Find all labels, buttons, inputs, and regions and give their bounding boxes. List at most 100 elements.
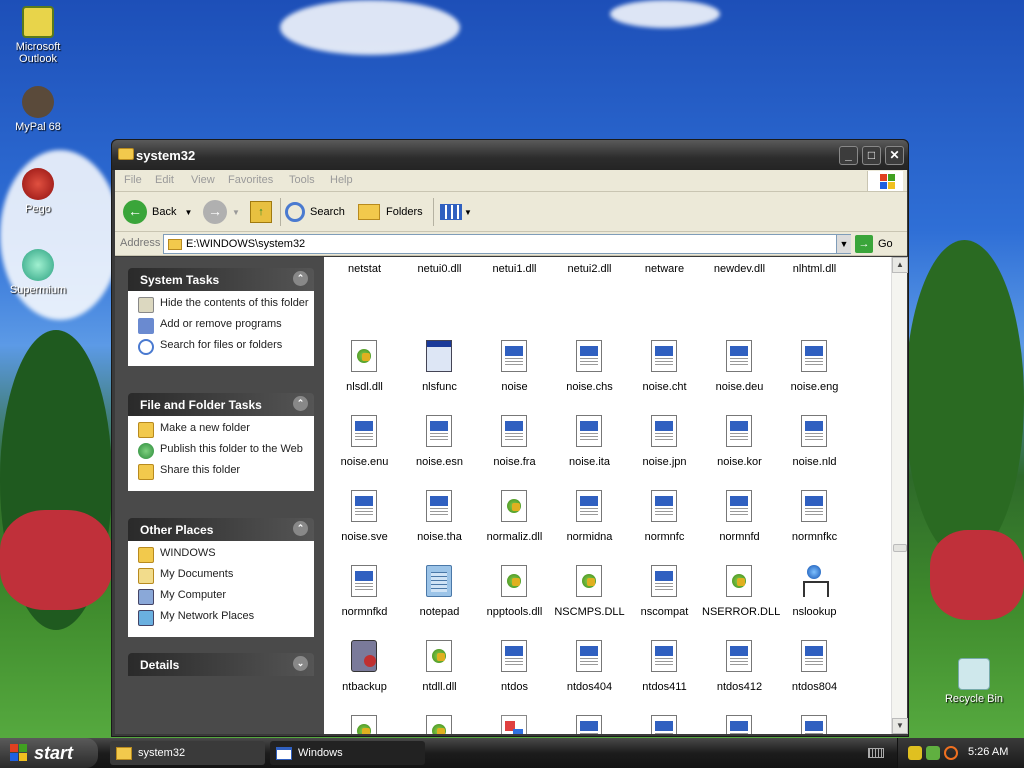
panel-header[interactable]: Details ⌄ <box>128 653 314 676</box>
collapse-icon[interactable]: ⌃ <box>293 396 308 411</box>
file-item[interactable]: ntdsapi.dll <box>327 698 402 734</box>
file-item[interactable]: normnfc <box>627 473 702 548</box>
file-item[interactable]: noise.deu <box>702 323 777 398</box>
desktop-icon-mypal[interactable]: MyPal 68 <box>0 86 76 133</box>
security-shield-icon[interactable] <box>908 746 922 760</box>
file-item[interactable]: notepad <box>402 548 477 623</box>
file-item[interactable]: NSERROR.DLL <box>702 548 780 623</box>
address-dropdown-button[interactable]: ▼ <box>836 235 851 253</box>
file-item[interactable]: ntdos412 <box>702 623 777 698</box>
search-files-task[interactable]: Search for files or folders <box>138 339 314 355</box>
file-item[interactable]: nscompat <box>627 548 702 623</box>
file-item[interactable]: netui2.dll <box>552 257 627 323</box>
place-windows[interactable]: WINDOWS <box>138 547 314 563</box>
desktop-icon-supermium[interactable]: Supermium <box>0 249 76 296</box>
file-item[interactable]: normnfkd <box>327 548 402 623</box>
up-folder-button[interactable]: ↑ <box>250 198 272 226</box>
file-item[interactable]: NSCMPS.DLL <box>552 548 627 623</box>
file-item[interactable]: ntbackup <box>327 623 402 698</box>
vertical-scrollbar[interactable]: ▲ ▼ <box>891 257 908 734</box>
file-item[interactable]: noise.tha <box>402 473 477 548</box>
file-item[interactable]: noise.nld <box>777 398 852 473</box>
views-button[interactable]: ▼ <box>440 198 472 226</box>
file-item[interactable]: nlsdl.dll <box>327 323 402 398</box>
desktop-icon-outlook[interactable]: Microsoft Outlook <box>0 6 76 65</box>
file-item[interactable]: nslookup <box>777 548 852 623</box>
desktop-icon-pego[interactable]: Pego <box>0 168 76 215</box>
file-item[interactable]: normnfkc <box>777 473 852 548</box>
menu-tools[interactable]: Tools <box>289 174 315 186</box>
scroll-up-button[interactable]: ▲ <box>892 257 908 273</box>
file-item[interactable]: noise.jpn <box>627 398 702 473</box>
menu-help[interactable]: Help <box>330 174 353 186</box>
file-item[interactable]: noise.fra <box>477 398 552 473</box>
collapse-icon[interactable]: ⌃ <box>293 271 308 286</box>
file-item[interactable]: ntio <box>552 698 627 734</box>
file-item[interactable]: ntimage <box>477 698 552 734</box>
taskbar-item-system32[interactable]: system32 <box>110 741 265 765</box>
back-button[interactable]: ← Back ▼ <box>123 198 192 226</box>
file-item[interactable]: ntio404 <box>627 698 702 734</box>
file-item[interactable]: netstat <box>327 257 402 323</box>
file-item[interactable]: noise.eng <box>777 323 852 398</box>
make-new-folder-task[interactable]: Make a new folder <box>138 422 314 438</box>
minimize-button[interactable]: _ <box>839 146 858 165</box>
place-my-computer[interactable]: My Computer <box>138 589 314 605</box>
file-item[interactable]: ntdos411 <box>627 623 702 698</box>
search-button[interactable]: Search <box>285 198 345 226</box>
forward-button[interactable]: → ▼ <box>203 198 240 226</box>
file-item[interactable]: ntdos <box>477 623 552 698</box>
file-item[interactable]: ntdos804 <box>777 623 852 698</box>
panel-header[interactable]: Other Places ⌃ <box>128 518 314 541</box>
file-item[interactable]: noise.kor <box>702 398 777 473</box>
file-item[interactable]: normaliz.dll <box>477 473 552 548</box>
file-item[interactable]: noise.enu <box>327 398 402 473</box>
collapse-icon[interactable]: ⌃ <box>293 521 308 536</box>
file-item[interactable]: ntdsbcli.dll <box>402 698 477 734</box>
keyboard-icon[interactable] <box>868 748 884 758</box>
menu-file[interactable]: File <box>124 174 142 186</box>
file-item[interactable]: ntdos404 <box>552 623 627 698</box>
menu-edit[interactable]: Edit <box>155 174 174 186</box>
file-item[interactable]: netui0.dll <box>402 257 477 323</box>
file-item[interactable]: noise.ita <box>552 398 627 473</box>
file-item[interactable]: netui1.dll <box>477 257 552 323</box>
search-icon[interactable] <box>944 746 958 760</box>
file-item[interactable]: noise.sve <box>327 473 402 548</box>
share-folder-task[interactable]: Share this folder <box>138 464 314 480</box>
panel-header[interactable]: System Tasks ⌃ <box>128 268 314 291</box>
go-button[interactable]: → Go <box>855 235 893 253</box>
menu-view[interactable]: View <box>191 174 215 186</box>
expand-icon[interactable]: ⌄ <box>293 656 308 671</box>
file-item[interactable]: ntio411 <box>702 698 777 734</box>
file-item[interactable]: netware <box>627 257 702 323</box>
file-item[interactable]: normnfd <box>702 473 777 548</box>
close-button[interactable]: ✕ <box>885 146 904 165</box>
maximize-button[interactable]: □ <box>862 146 881 165</box>
file-item[interactable]: noise.chs <box>552 323 627 398</box>
menu-favorites[interactable]: Favorites <box>228 174 273 186</box>
file-item[interactable]: nlsfunc <box>402 323 477 398</box>
place-my-documents[interactable]: My Documents <box>138 568 314 584</box>
file-item[interactable]: noise.cht <box>627 323 702 398</box>
taskbar-item-windows[interactable]: Windows <box>270 741 425 765</box>
file-item[interactable]: normidna <box>552 473 627 548</box>
scroll-thumb[interactable] <box>893 544 907 552</box>
file-item[interactable]: noise.esn <box>402 398 477 473</box>
file-item[interactable]: ntdll.dll <box>402 623 477 698</box>
file-item[interactable]: nlhtml.dll <box>777 257 852 323</box>
hide-contents-task[interactable]: Hide the contents of this folder <box>138 297 314 313</box>
desktop-icon-recycle-bin[interactable]: Recycle Bin <box>936 658 1012 705</box>
place-my-network-places[interactable]: My Network Places <box>138 610 314 626</box>
address-input[interactable]: E:\WINDOWS\system32 <box>163 234 851 254</box>
title-bar[interactable]: system32 _ □ ✕ <box>112 140 908 170</box>
file-item[interactable]: newdev.dll <box>702 257 777 323</box>
publish-web-task[interactable]: Publish this folder to the Web <box>138 443 314 459</box>
file-item[interactable]: npptools.dll <box>477 548 552 623</box>
file-item[interactable]: noise <box>477 323 552 398</box>
network-icon[interactable] <box>926 746 940 760</box>
add-remove-programs-task[interactable]: Add or remove programs <box>138 318 314 334</box>
panel-header[interactable]: File and Folder Tasks ⌃ <box>128 393 314 416</box>
folders-button[interactable]: Folders <box>358 198 423 226</box>
scroll-down-button[interactable]: ▼ <box>892 718 908 734</box>
